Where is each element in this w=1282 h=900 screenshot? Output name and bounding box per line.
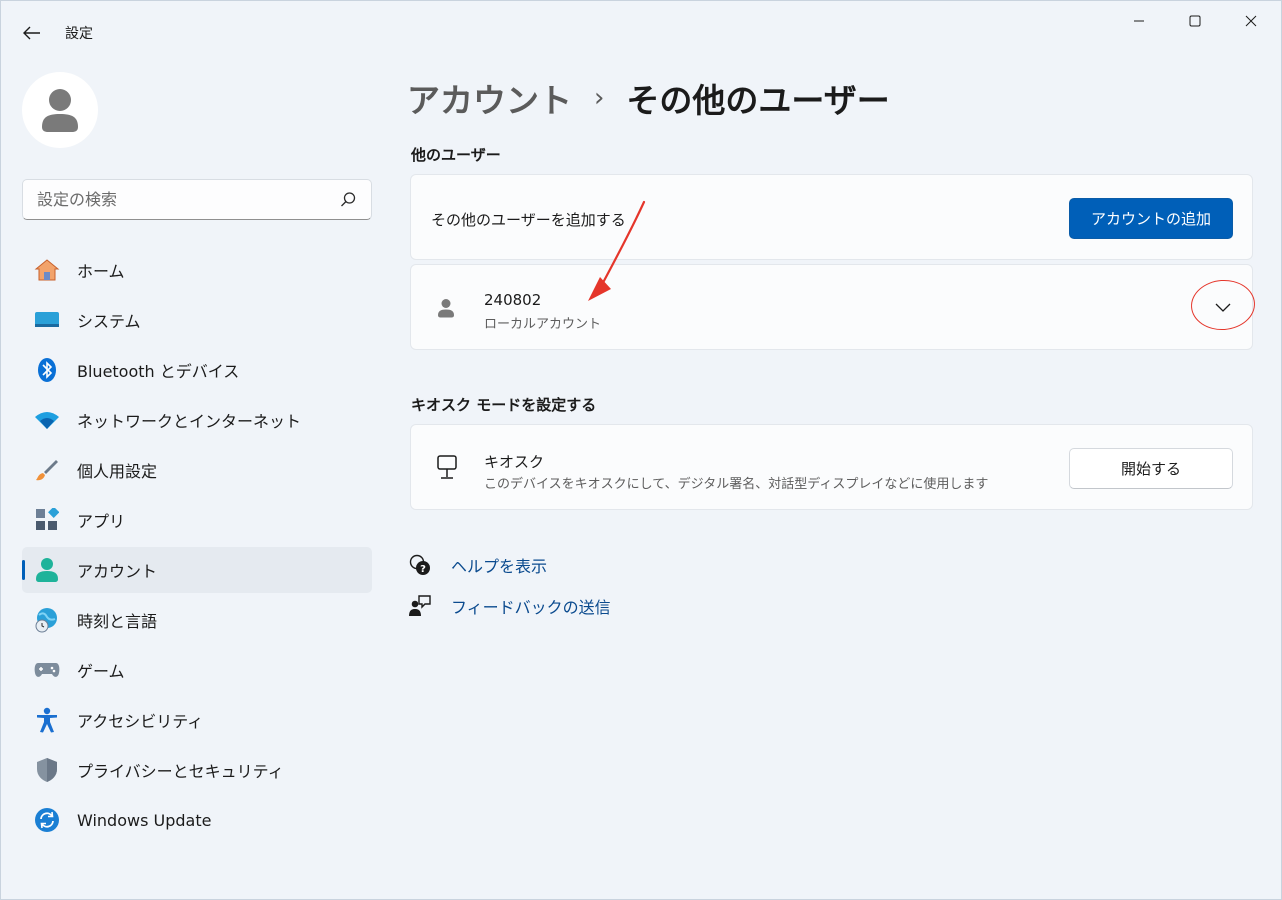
kiosk-description: このデバイスをキオスクにして、デジタル署名、対話型ディスプレイなどに使用します — [484, 477, 989, 492]
apps-icon — [34, 508, 60, 532]
sidebar-item-label: プライバシーとセキュリティ — [77, 762, 284, 781]
sidebar-item-label: システム — [77, 312, 141, 331]
add-user-text: その他のユーザーを追加する — [431, 211, 626, 229]
sidebar-item-time-language[interactable]: 時刻と言語 — [22, 597, 372, 643]
sidebar-item-label: 個人用設定 — [77, 462, 158, 481]
minimize-icon — [1134, 20, 1144, 22]
help-link-text[interactable]: ヘルプを表示 — [451, 553, 547, 577]
sidebar-item-label: アカウント — [77, 562, 158, 581]
person-icon — [438, 299, 454, 318]
sidebar-item-system[interactable]: システム — [22, 297, 372, 343]
close-icon — [1245, 15, 1257, 27]
sidebar-item-bluetooth[interactable]: Bluetooth とデバイス — [22, 347, 372, 393]
sidebar-item-windows-update[interactable]: Windows Update — [22, 797, 372, 843]
sidebar-item-personalization[interactable]: 個人用設定 — [22, 447, 372, 493]
search-box — [22, 179, 372, 220]
sidebar-item-label: ネットワークとインターネット — [77, 412, 302, 431]
person-icon — [42, 89, 78, 132]
wifi-icon — [34, 408, 60, 432]
add-account-button[interactable]: アカウントの追加 — [1069, 198, 1233, 239]
bluetooth-icon — [34, 358, 60, 382]
home-icon — [34, 258, 60, 282]
kiosk-icon — [437, 455, 457, 479]
shield-icon — [34, 758, 60, 782]
other-users-section-title: 他のユーザー — [411, 146, 501, 164]
search-icon[interactable] — [339, 191, 357, 209]
back-arrow-icon — [23, 26, 40, 40]
sidebar-item-label: アクセシビリティ — [77, 712, 204, 731]
start-kiosk-button[interactable]: 開始する — [1069, 448, 1233, 489]
account-icon — [34, 558, 60, 582]
windows-update-icon — [34, 808, 60, 832]
sidebar-item-gaming[interactable]: ゲーム — [22, 647, 372, 693]
svg-text:?: ? — [420, 564, 426, 575]
sidebar-item-home[interactable]: ホーム — [22, 247, 372, 293]
sidebar-item-label: アプリ — [77, 512, 126, 531]
annotation-circle — [1189, 277, 1257, 333]
add-user-card: その他のユーザーを追加する アカウントの追加 — [410, 174, 1253, 260]
kiosk-title: キオスク — [484, 453, 545, 471]
gamepad-icon — [34, 658, 60, 682]
minimize-button[interactable] — [1111, 1, 1167, 41]
accessibility-icon — [34, 707, 60, 733]
app-title: 設定 — [65, 26, 93, 42]
globe-clock-icon — [34, 608, 60, 633]
sidebar-item-label: Bluetooth とデバイス — [77, 362, 240, 381]
page-title: その他のユーザー — [626, 81, 890, 120]
help-link[interactable]: ? ヘルプを表示 — [409, 553, 547, 577]
settings-window: 設定 設定の検索 ホーム システム Bluetooth とデバイス ネットワーク… — [0, 0, 1282, 900]
maximize-button[interactable] — [1167, 1, 1223, 41]
sidebar-item-apps[interactable]: アプリ — [22, 497, 372, 543]
sidebar-item-accounts[interactable]: アカウント — [22, 547, 372, 593]
sidebar-item-network[interactable]: ネットワークとインターネット — [22, 397, 372, 443]
user-avatar[interactable] — [22, 72, 98, 148]
breadcrumb-separator: › — [594, 83, 605, 113]
feedback-link-text[interactable]: フィードバックの送信 — [451, 594, 611, 618]
brush-icon — [34, 458, 60, 482]
sidebar-item-label: 時刻と言語 — [77, 612, 158, 631]
breadcrumb-parent[interactable]: アカウント — [407, 74, 572, 122]
kiosk-card: キオスク このデバイスをキオスクにして、デジタル署名、対話型ディスプレイなどに使… — [410, 424, 1253, 510]
system-icon — [34, 308, 60, 332]
breadcrumb: アカウント › その他のユーザー — [407, 74, 890, 122]
feedback-icon — [409, 595, 431, 617]
close-button[interactable] — [1223, 1, 1279, 41]
search-input[interactable] — [23, 180, 333, 219]
sidebar-item-label: Windows Update — [77, 810, 212, 830]
kiosk-section-title: キオスク モードを設定する — [411, 396, 597, 414]
sidebar-nav: ホーム システム Bluetooth とデバイス ネットワークとインターネット … — [22, 247, 372, 847]
help-icon: ? — [409, 554, 431, 576]
sidebar-item-accessibility[interactable]: アクセシビリティ — [22, 697, 372, 743]
sidebar-item-label: ゲーム — [77, 662, 125, 681]
sidebar-item-label: ホーム — [77, 262, 125, 281]
back-button[interactable] — [15, 19, 49, 47]
title-bar: 設定 — [1, 1, 1281, 61]
feedback-link[interactable]: フィードバックの送信 — [409, 594, 611, 618]
user-card[interactable]: 240802 ローカルアカウント — [410, 264, 1257, 350]
maximize-icon — [1189, 15, 1201, 27]
user-account-type: ローカルアカウント — [484, 317, 602, 332]
sidebar-item-privacy[interactable]: プライバシーとセキュリティ — [22, 747, 372, 793]
user-name: 240802 — [484, 291, 542, 309]
